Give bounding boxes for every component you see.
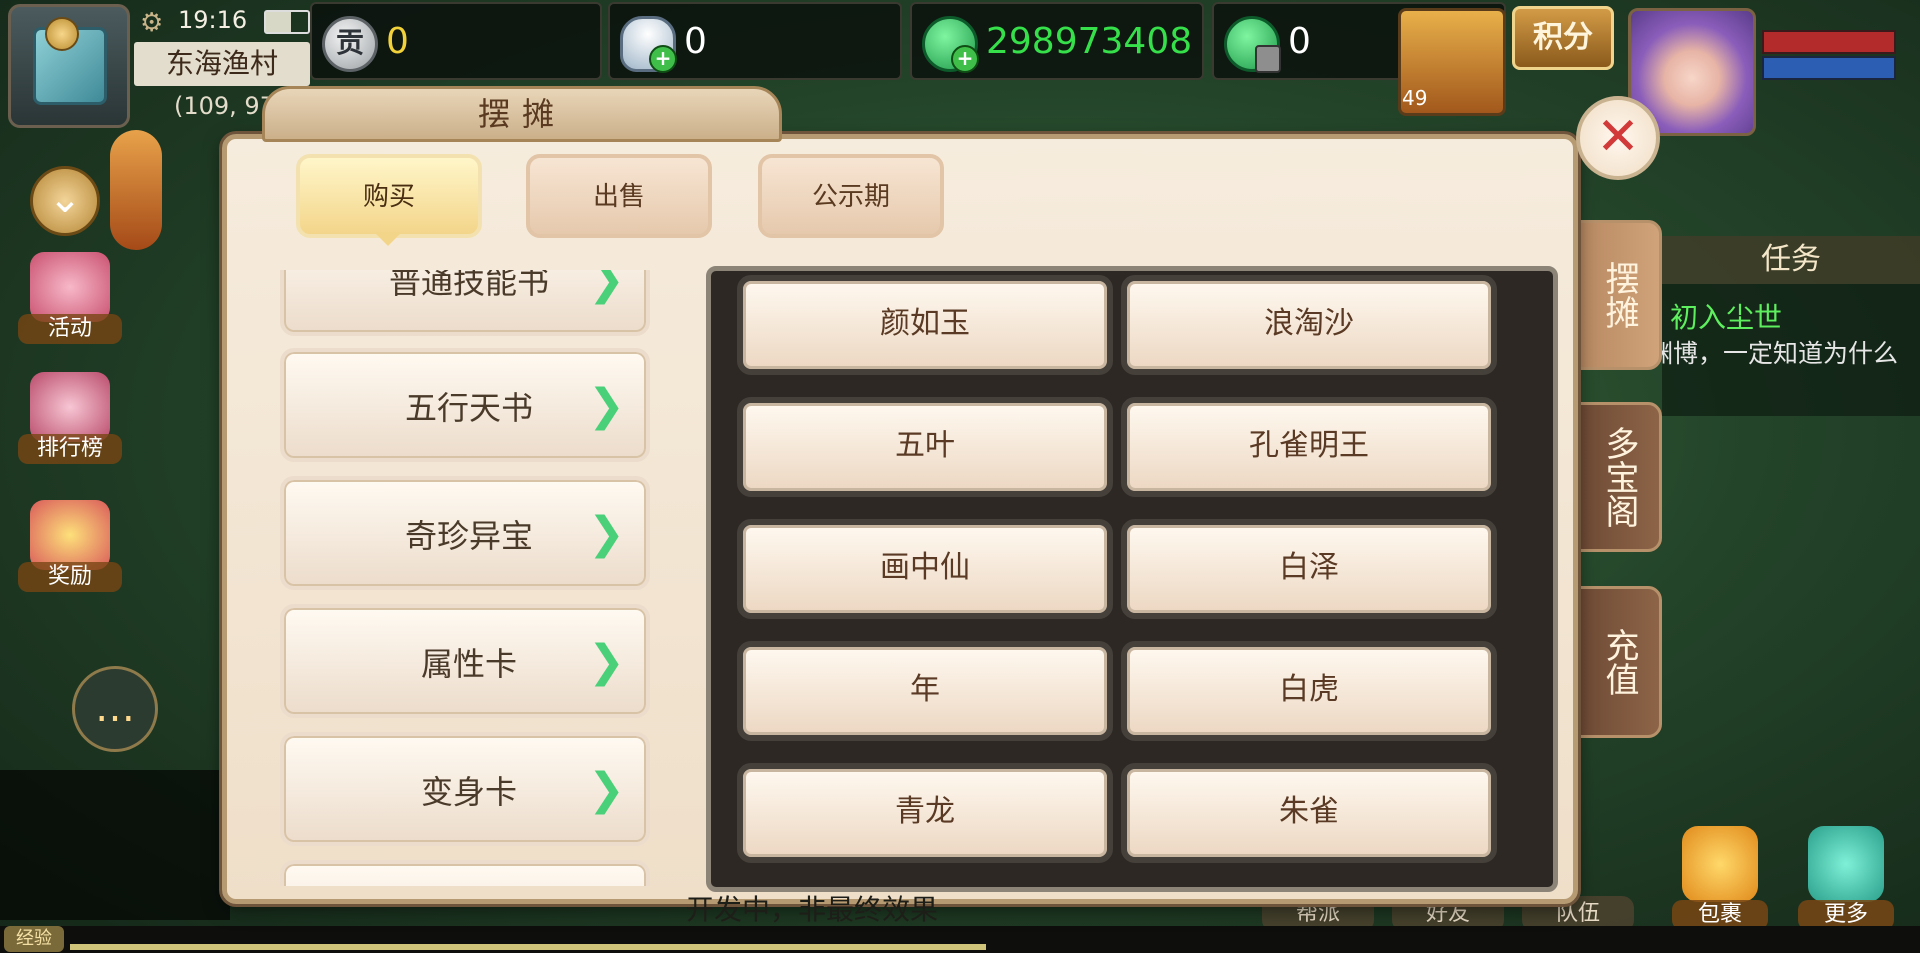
- task-name[interactable]: 初入尘世: [1670, 296, 1782, 336]
- category-label: 属性卡: [420, 645, 517, 683]
- contribution-coin-icon: 贡: [322, 16, 378, 72]
- item-button[interactable]: 朱雀: [1121, 763, 1497, 863]
- silver-ingot-icon: +: [620, 16, 677, 73]
- item-button[interactable]: 五叶: [737, 397, 1113, 497]
- more-button[interactable]: 更多: [1794, 826, 1898, 930]
- leaderboard-label: 排行榜: [18, 434, 122, 464]
- category-label: 五行天书: [404, 389, 533, 427]
- task-header[interactable]: 任务: [1662, 236, 1920, 284]
- activity-label: 活动: [18, 314, 122, 344]
- activity-button[interactable]: 活动: [18, 252, 122, 352]
- currency-silver[interactable]: + 0: [608, 2, 902, 80]
- mp-bar: [1762, 56, 1896, 80]
- add-icon[interactable]: +: [649, 45, 677, 73]
- tab-buy[interactable]: 购买: [296, 154, 482, 238]
- currency-jade[interactable]: + 298973408: [910, 2, 1204, 80]
- side-tab-treasure[interactable]: 多宝阁: [1576, 402, 1662, 552]
- side-tab-stall[interactable]: 摆摊: [1576, 220, 1662, 370]
- lantern-decoration: [110, 130, 162, 250]
- side-tab-recharge[interactable]: 充值: [1576, 586, 1662, 738]
- chat-bubble-icon[interactable]: …: [72, 666, 158, 752]
- battery-icon: [264, 10, 310, 34]
- reward-button[interactable]: 奖励: [18, 500, 122, 600]
- add-icon[interactable]: +: [951, 45, 979, 73]
- item-button[interactable]: 孔雀明王: [1121, 397, 1497, 497]
- currency-contribution: 贡 0: [310, 2, 602, 80]
- world-map-button[interactable]: [8, 4, 130, 128]
- item-button[interactable]: 白虎: [1121, 641, 1497, 741]
- item-button[interactable]: 浪淘沙: [1121, 275, 1497, 375]
- category-label: 奇珍异宝: [404, 517, 533, 555]
- lock-icon: [1255, 45, 1281, 73]
- leaderboard-button[interactable]: 排行榜: [18, 372, 122, 472]
- locked-jade-icon: [1224, 16, 1281, 73]
- trumpet-icon: [30, 252, 110, 322]
- dev-footnote: 开发中，非最终效果: [686, 893, 939, 926]
- score-button[interactable]: 积分: [1512, 6, 1614, 70]
- xp-label: 经验: [4, 926, 64, 952]
- silver-value: 0: [684, 21, 707, 62]
- category-item[interactable]: 五行天书 ❯: [280, 348, 650, 462]
- item-button[interactable]: 颜如玉: [737, 275, 1113, 375]
- contribution-value: 0: [386, 21, 409, 62]
- item-button[interactable]: 年: [737, 641, 1113, 741]
- category-label: 普通技能书: [388, 270, 549, 301]
- jade-value: 298973408: [986, 21, 1193, 62]
- close-icon[interactable]: ✕: [1576, 96, 1660, 180]
- tab-sell[interactable]: 出售: [526, 154, 712, 238]
- item-button[interactable]: 青龙: [737, 763, 1113, 863]
- collapse-chevron-icon[interactable]: ⌄: [30, 166, 100, 236]
- plus-icon: [1808, 826, 1884, 902]
- jade-icon: +: [922, 16, 979, 73]
- item-button[interactable]: 画中仙: [737, 519, 1113, 619]
- category-list[interactable]: 普通技能书 ❯ 五行天书 ❯ 奇珍异宝 ❯ 属性卡 ❯ 变身卡 ❯: [278, 270, 662, 886]
- category-item[interactable]: [280, 860, 650, 886]
- chat-log: [0, 770, 230, 920]
- category-item[interactable]: 普通技能书 ❯: [280, 270, 650, 336]
- category-item[interactable]: 属性卡 ❯: [280, 604, 650, 718]
- bag-button[interactable]: 包裹: [1668, 826, 1772, 930]
- ranking-scroll-icon: [30, 372, 110, 442]
- item-grid[interactable]: 颜如玉 浪淘沙 五叶 孔雀明王 画中仙 白泽 年 白虎 青龙 朱雀: [706, 266, 1558, 892]
- chevron-right-icon: ❯: [588, 764, 625, 815]
- category-label: 变身卡: [420, 773, 517, 811]
- active-tab-pointer: [374, 232, 402, 246]
- tab-public-period[interactable]: 公示期: [758, 154, 944, 238]
- chevron-right-icon: ❯: [588, 636, 625, 687]
- xp-fill: [70, 944, 986, 950]
- pet-level: 49: [1402, 86, 1428, 110]
- chevron-right-icon: ❯: [588, 508, 625, 559]
- clock-time: 19:16: [178, 6, 248, 34]
- compass-icon: [45, 17, 79, 51]
- location-name[interactable]: 东海渔村: [134, 42, 310, 86]
- chevron-right-icon: ❯: [588, 380, 625, 431]
- item-button[interactable]: 白泽: [1121, 519, 1497, 619]
- category-item[interactable]: 变身卡 ❯: [280, 732, 650, 846]
- location-coords: (109, 97: [174, 92, 275, 120]
- hp-bar: [1762, 30, 1896, 54]
- chevron-right-icon: ❯: [588, 270, 625, 305]
- panel-title: 摆摊: [477, 95, 566, 133]
- category-item[interactable]: 奇珍异宝 ❯: [280, 476, 650, 590]
- bag-icon: [1682, 826, 1758, 902]
- reward-label: 奖励: [18, 562, 122, 592]
- gift-box-icon: [30, 500, 110, 570]
- settings-gear-icon[interactable]: ⚙: [140, 8, 163, 38]
- locked-jade-value: 0: [1288, 21, 1311, 62]
